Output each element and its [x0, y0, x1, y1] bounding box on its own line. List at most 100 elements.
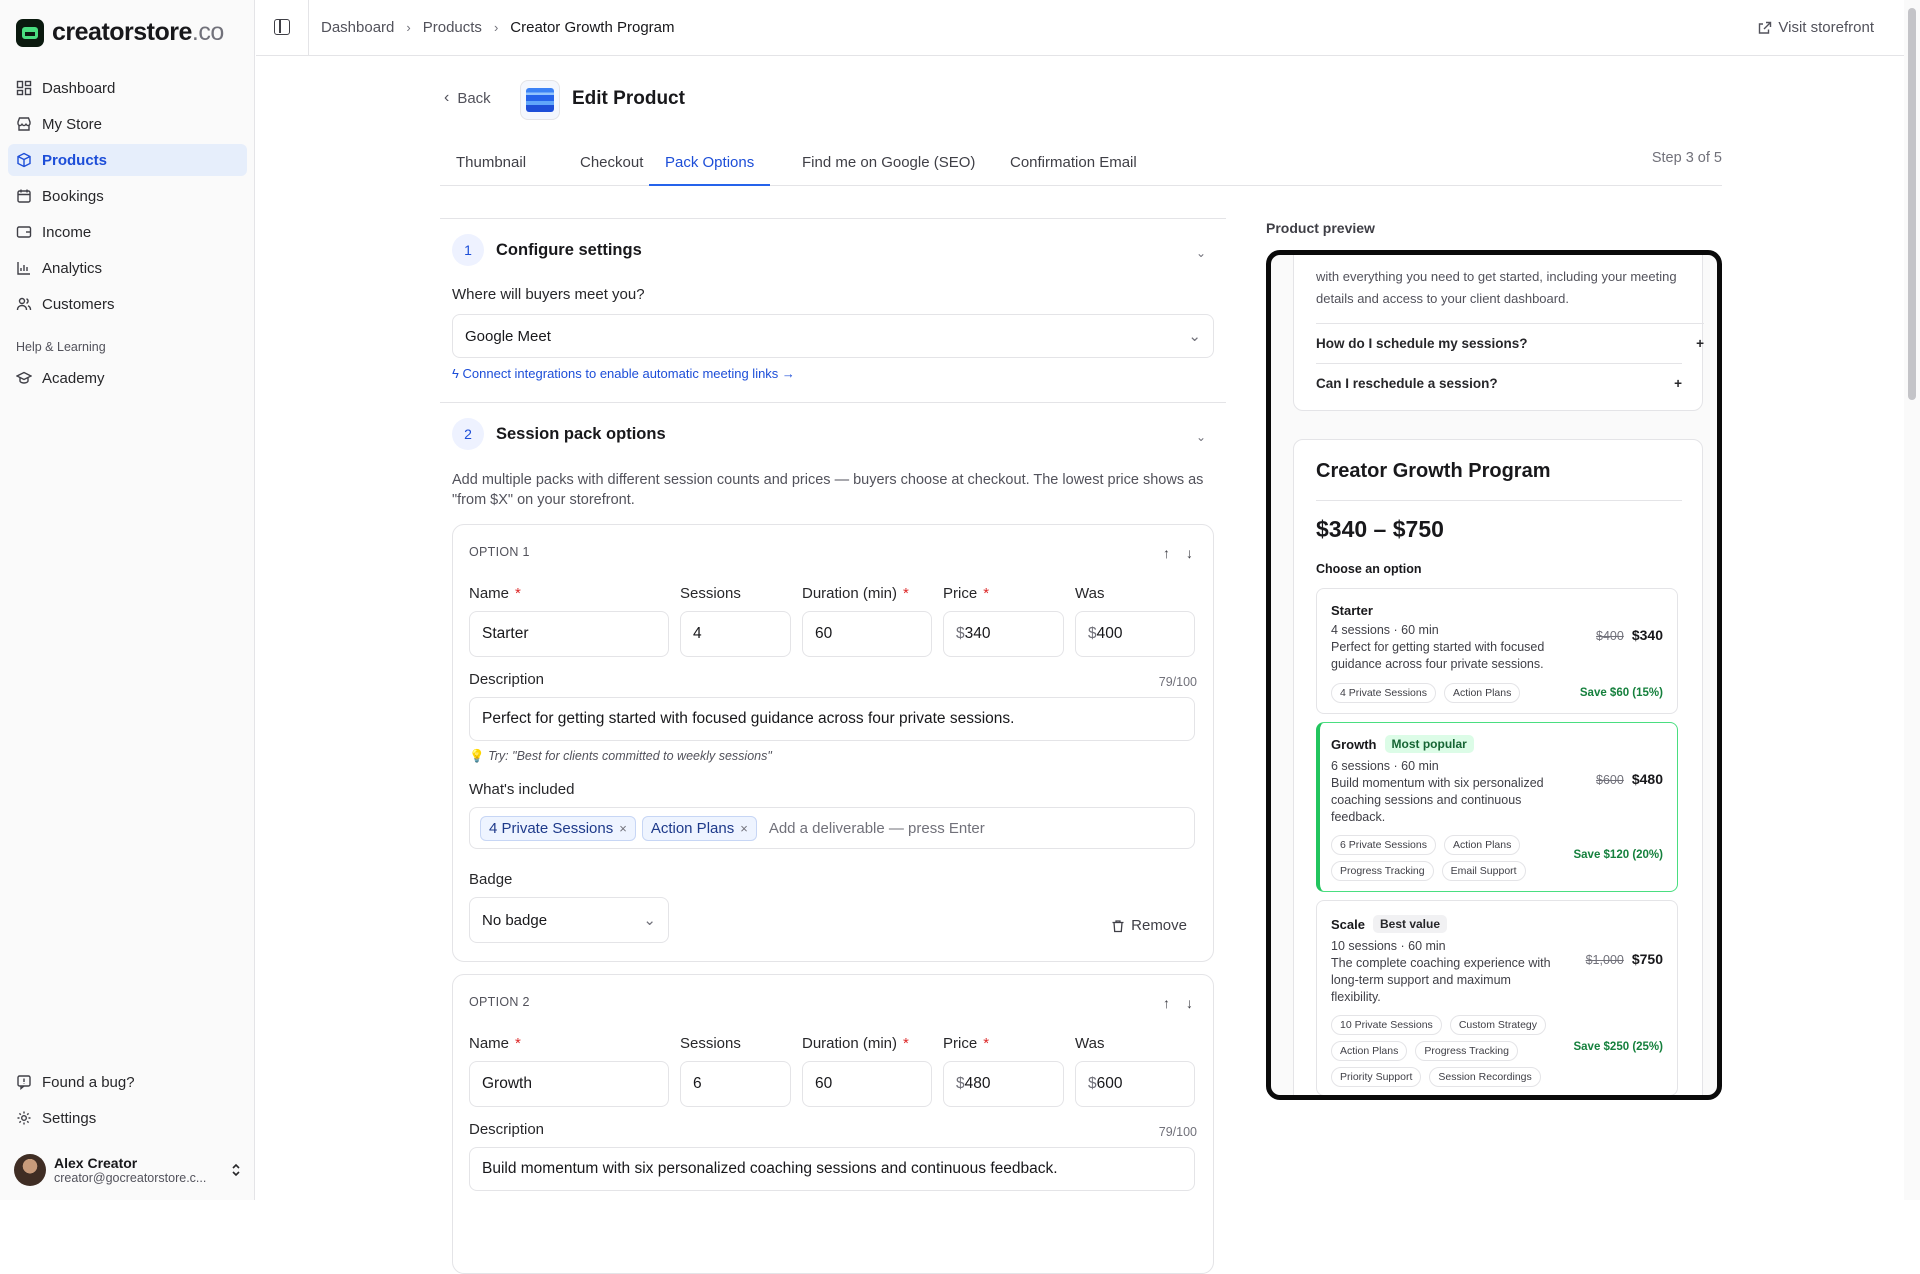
connect-integrations-label: Connect integrations to enable automatic… [462, 366, 795, 381]
preview-option[interactable]: Scale Best value 10 sessions · 60 min The… [1316, 900, 1678, 1095]
step-number: 2 [452, 418, 484, 450]
option-chip: Action Plans [1443, 683, 1521, 703]
duration-input[interactable]: 60 [802, 611, 932, 657]
remove-tag-icon[interactable]: × [619, 821, 627, 836]
chevron-down-icon[interactable]: ⌄ [1196, 246, 1206, 260]
badge-label: Badge [469, 871, 513, 888]
sidebar-item-academy[interactable]: Academy [8, 362, 247, 394]
remove-tag-icon[interactable]: × [740, 821, 748, 836]
price-input[interactable]: $340 [943, 611, 1064, 657]
page-scrollbar[interactable] [1904, 0, 1920, 1200]
back-button[interactable]: ‹ Back [444, 89, 491, 107]
option-savings: Save $250 (25%) [1573, 1041, 1663, 1053]
sidebar-item-label: Products [42, 151, 108, 169]
step-tabs: Thumbnail Checkout Pack Options Find me … [440, 150, 1722, 186]
pack-option-card: OPTION 2 ↑ ↓ Name * Sessions Duration (mi… [452, 974, 1214, 1274]
option-chip: Action Plans [1331, 1041, 1408, 1061]
sidebar-toggle-icon[interactable] [274, 19, 290, 35]
scrollbar-thumb[interactable] [1908, 8, 1916, 400]
sidebar-item-customers[interactable]: Customers [8, 288, 247, 320]
sidebar-item-dashboard[interactable]: Dashboard [8, 72, 247, 104]
pack-help-text: Add multiple packs with different sessio… [452, 472, 1204, 508]
breadcrumb-dashboard[interactable]: Dashboard [321, 19, 394, 36]
arrow-up-icon[interactable]: ↑ [1163, 995, 1170, 1011]
sidebar-item-bookings[interactable]: Bookings [8, 180, 247, 212]
preview-option-selected[interactable]: Growth Most popular 6 sessions · 60 min B… [1316, 722, 1678, 892]
step-number: 1 [452, 234, 484, 266]
step-indicator: Step 3 of 5 [1651, 150, 1722, 166]
arrow-down-icon[interactable]: ↓ [1186, 545, 1193, 561]
select-value: No badge [482, 911, 548, 929]
logo-icon [16, 18, 44, 47]
was-price-input[interactable]: $400 [1075, 611, 1195, 657]
product-preview-frame[interactable]: with everything you need to get started,… [1266, 250, 1722, 1100]
brand-suffix: .co [191, 18, 224, 46]
chevron-down-icon[interactable]: ⌄ [1196, 430, 1206, 444]
deliverables-input[interactable]: 4 Private Sessions × Action Plans × Add a … [469, 807, 1195, 849]
sessions-input[interactable]: 4 [680, 611, 791, 657]
connect-integrations-link[interactable]: ϟ Connect integrations to enable automat… [452, 366, 795, 381]
sessions-input[interactable]: 6 [680, 1061, 791, 1107]
option-label: OPTION 1 [469, 545, 530, 559]
breadcrumb-products[interactable]: Products [423, 19, 482, 36]
badge-select[interactable]: No badge ⌄ [469, 897, 669, 943]
name-input[interactable]: Growth [469, 1061, 669, 1107]
brand-name: creatorstore [52, 18, 192, 46]
sidebar-item-settings[interactable]: Settings [8, 1102, 247, 1134]
arrow-down-icon[interactable]: ↓ [1186, 995, 1193, 1011]
option-chip: 4 Private Sessions [1331, 683, 1436, 703]
faq-item[interactable]: Can I reschedule a session? + [1316, 363, 1682, 403]
sidebar-item-analytics[interactable]: Analytics [8, 252, 247, 284]
option-badge: Most popular [1384, 735, 1474, 753]
faq-question: Can I reschedule a session? [1316, 376, 1498, 391]
option-was-price: $400 [1596, 629, 1624, 643]
option-description: The complete coaching experience with lo… [1331, 956, 1551, 1004]
tab-thumbnail[interactable]: Thumbnail [440, 150, 542, 186]
graduation-cap-icon [16, 371, 32, 384]
description-input[interactable]: Build momentum with six personalized coa… [469, 1147, 1195, 1191]
section-pack-header[interactable]: 2 Session pack options [452, 418, 666, 450]
char-counter: 79/100 [1158, 675, 1197, 689]
option-price: $750 [1631, 951, 1663, 967]
was-price-input[interactable]: $600 [1075, 1061, 1195, 1107]
price-label: Price * [943, 585, 990, 602]
pack-option-card: OPTION 1 ↑ ↓ Name * Sessions Duration (mi… [452, 524, 1214, 962]
faq-item[interactable]: How do I schedule my sessions? + [1316, 323, 1704, 363]
preview-price-range: $340 – $750 [1316, 516, 1444, 542]
sessions-label: Sessions [680, 1035, 741, 1052]
sidebar-item-found-bug[interactable]: Found a bug? [8, 1066, 247, 1098]
option-chip: Progress Tracking [1415, 1041, 1518, 1061]
tab-checkout[interactable]: Checkout [564, 150, 659, 186]
option-chip: Priority Support [1331, 1067, 1422, 1087]
chevron-down-icon: ⌄ [1188, 328, 1201, 345]
name-label: Name * [469, 585, 521, 602]
bar-chart-icon [17, 262, 30, 275]
sidebar-nav: Dashboard My Store Products Bookings Inc… [8, 72, 247, 398]
section-configure-header[interactable]: 1 Configure settings [452, 234, 642, 266]
brand-logo[interactable]: creatorstore.co [16, 18, 224, 47]
sidebar-item-my-store[interactable]: My Store [8, 108, 247, 140]
option-name: Starter [1331, 603, 1373, 618]
back-label: Back [457, 89, 491, 107]
duration-input[interactable]: 60 [802, 1061, 932, 1107]
remove-option-button[interactable]: Remove [1111, 917, 1187, 934]
meeting-platform-select[interactable]: Google Meet ⌄ [452, 314, 1214, 358]
price-input[interactable]: $480 [943, 1061, 1064, 1107]
option-name: Scale [1331, 916, 1365, 932]
name-input[interactable]: Starter [469, 611, 669, 657]
tab-pack-options[interactable]: Pack Options [649, 150, 771, 186]
sidebar-item-income[interactable]: Income [8, 216, 247, 248]
chevron-left-icon: ‹ [444, 89, 450, 106]
tab-confirmation-email[interactable]: Confirmation Email [994, 150, 1153, 186]
breadcrumb: Dashboard › Products › Creator Growth Pr… [321, 19, 675, 36]
arrow-up-icon[interactable]: ↑ [1163, 545, 1170, 561]
preview-option[interactable]: Starter 4 sessions · 60 min Perfect for … [1316, 588, 1678, 714]
divider [308, 0, 309, 56]
description-input[interactable]: Perfect for getting started with focused… [469, 697, 1195, 741]
tab-seo[interactable]: Find me on Google (SEO) [786, 150, 991, 186]
sidebar-item-products[interactable]: Products [8, 144, 247, 176]
wallet-icon [16, 226, 32, 238]
user-menu[interactable]: Alex Creator creator@gocreatorstore.c... [14, 1150, 242, 1190]
visit-storefront-link[interactable]: Visit storefront [1758, 19, 1874, 36]
user-name: Alex Creator [54, 1155, 138, 1171]
